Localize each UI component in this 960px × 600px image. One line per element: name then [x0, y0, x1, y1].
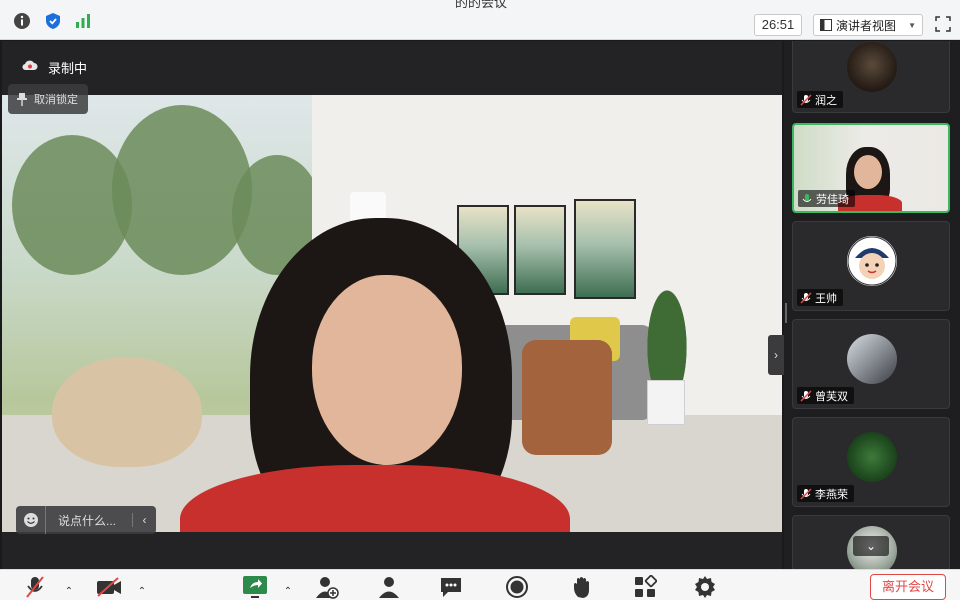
collapse-panel-button[interactable]: ›: [768, 335, 784, 375]
scroll-down-icon[interactable]: ⌄: [853, 536, 889, 556]
participant-name-tag: 王帅: [797, 289, 843, 306]
recording-label: 录制中: [48, 61, 88, 76]
meeting-timer: 26:51: [754, 14, 802, 36]
video-options-chevron-icon[interactable]: ⌃: [136, 586, 148, 598]
mic-muted-icon: [800, 93, 812, 106]
participant-name: 王帅: [815, 292, 837, 305]
speaker-video: [2, 95, 782, 532]
unpin-label: 取消锁定: [34, 94, 78, 106]
chevron-right-icon: ›: [774, 348, 778, 362]
share-screen-icon: [243, 576, 267, 598]
security-shield-icon[interactable]: [44, 12, 62, 30]
raise-hand-button[interactable]: [570, 574, 596, 600]
participant-name-tag: 李燕荣: [797, 485, 854, 502]
background-pot: [647, 380, 685, 425]
participant-name: 润之: [815, 94, 837, 107]
window-title: 的的会议: [455, 0, 508, 10]
mic-on-icon: [802, 193, 812, 202]
chevron-down-icon: ▼: [908, 20, 916, 30]
recording-bar: 录制中: [2, 41, 782, 95]
panel-divider[interactable]: [784, 41, 792, 569]
record-icon: [506, 576, 528, 598]
settings-button[interactable]: [692, 574, 718, 600]
view-switch-label: 演讲者视图: [836, 18, 897, 33]
participant-name-tag: 曾芙双: [797, 387, 854, 404]
record-button[interactable]: [504, 574, 530, 600]
participant-avatar: [847, 432, 897, 482]
participant-tile[interactable]: ⌄: [792, 515, 950, 569]
raise-hand-icon: [574, 577, 589, 598]
info-icon[interactable]: [13, 12, 31, 30]
participant-tile[interactable]: 李燕荣: [792, 417, 950, 507]
top-bar: 的的会议 26:51 演讲者视图 ▼: [0, 0, 960, 40]
mic-options-chevron-icon[interactable]: ⌃: [63, 586, 75, 598]
chat-button[interactable]: [438, 574, 464, 600]
pin-icon: [17, 93, 27, 106]
chat-icon: [441, 578, 461, 597]
participant-avatar: [847, 236, 897, 286]
mic-muted-icon: [26, 576, 44, 598]
reaction-chat-box[interactable]: 说点什么... ‹: [16, 506, 156, 534]
painting-2: [514, 205, 566, 295]
bottom-toolbar: ⌃ ⌃ ⌃ 离开会议: [0, 569, 960, 600]
participants-panel[interactable]: 润之 劳佳琦 王帅 曾芙双 李燕荣 ⌄: [792, 41, 960, 569]
participant-tile-active[interactable]: 劳佳琦: [792, 123, 950, 213]
participant-tile[interactable]: 润之: [792, 41, 950, 113]
mic-muted-icon: [800, 389, 812, 402]
participant-name: 曾芙双: [815, 390, 848, 403]
mute-mic-button[interactable]: [22, 574, 48, 600]
main-stage: 录制中 取消锁定 说点什么... ‹ ›: [2, 41, 784, 569]
participant-name-tag: 劳佳琦: [798, 190, 855, 207]
participant-tile[interactable]: 曾芙双: [792, 319, 950, 409]
speaker-view-icon: [820, 19, 832, 31]
meeting-window: 的的会议 26:51 演讲者视图 ▼ 录制中 取消锁定 说点什么... ‹ › …: [0, 0, 960, 600]
participant-name-tag: 润之: [797, 91, 843, 108]
participant-face: [854, 155, 882, 189]
background-pouf: [52, 357, 202, 467]
background-plant: [642, 275, 692, 395]
participant-name: 劳佳琦: [816, 193, 849, 206]
chat-placeholder: 说点什么...: [58, 513, 117, 528]
share-screen-button[interactable]: [242, 574, 268, 600]
background-chair: [522, 340, 612, 455]
participants-button[interactable]: [376, 574, 402, 600]
unpin-button[interactable]: 取消锁定: [8, 84, 88, 114]
view-switch-dropdown[interactable]: 演讲者视图 ▼: [813, 14, 923, 36]
emoji-icon[interactable]: [16, 506, 46, 534]
participant-avatar: [847, 42, 897, 92]
fullscreen-icon[interactable]: [935, 16, 951, 32]
chevron-left-icon[interactable]: ‹: [132, 513, 156, 527]
participant-avatar: [847, 334, 897, 384]
participant-tile[interactable]: 王帅: [792, 221, 950, 311]
painting-3: [574, 199, 636, 299]
cloud-recording-icon: [22, 58, 38, 72]
speaker-face: [312, 275, 462, 465]
leave-meeting-button[interactable]: 离开会议: [870, 574, 946, 600]
gear-icon: [695, 576, 715, 598]
participants-icon: [379, 577, 399, 598]
share-options-chevron-icon[interactable]: ⌃: [282, 586, 294, 598]
stop-video-button[interactable]: [96, 574, 122, 600]
apps-button[interactable]: [632, 574, 658, 600]
add-participant-icon: [316, 577, 339, 599]
participant-name: 李燕荣: [815, 488, 848, 501]
invite-button[interactable]: [314, 574, 340, 600]
apps-grid-icon: [635, 575, 657, 597]
video-off-icon: [97, 577, 121, 597]
mic-muted-icon: [800, 487, 812, 500]
mic-muted-icon: [800, 291, 812, 304]
network-signal-icon[interactable]: [74, 12, 92, 30]
